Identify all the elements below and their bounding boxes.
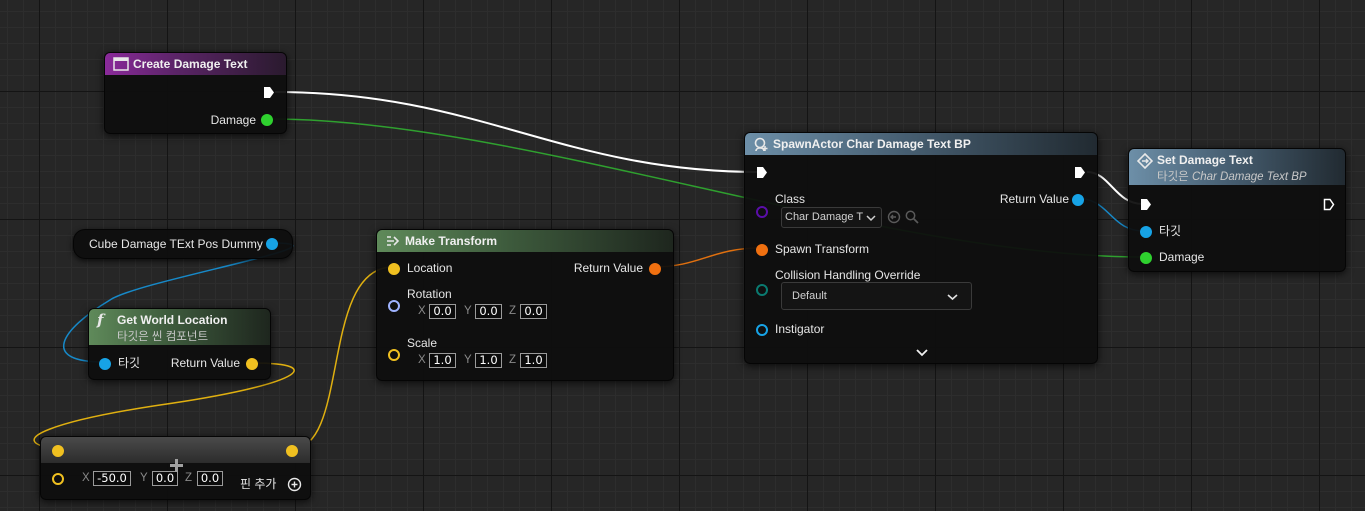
vector-in-pin-a[interactable] <box>52 445 64 457</box>
target-in-pin[interactable] <box>1140 226 1152 238</box>
scale-z-box[interactable]: 1.0 <box>520 353 547 368</box>
rotation-y-box[interactable]: 0.0 <box>475 304 502 319</box>
add-vector-node[interactable]: X -50.0 Y 0.0 Z 0.0 핀 추가 <box>40 436 311 500</box>
use-selected-asset-icon[interactable] <box>887 210 901 224</box>
node-subtitle: 타깃은 Char Damage Text BP <box>1157 171 1307 183</box>
damage-out-pin[interactable] <box>261 114 273 126</box>
variable-set-icon <box>1137 153 1153 169</box>
node-subtitle: 타깃은 씬 컴포넌트 <box>117 331 209 343</box>
node-title: Get World Location <box>117 313 228 327</box>
chevron-down-icon <box>947 294 958 301</box>
damage-pin-label: Damage <box>210 113 256 127</box>
spawn-transform-in-pin[interactable] <box>756 244 768 256</box>
class-dropdown[interactable]: Char Damage T <box>781 207 882 228</box>
return-value-pin-label: Return Value <box>999 192 1069 206</box>
exec-out-pin[interactable] <box>1074 166 1086 179</box>
x-axis-label: X <box>418 354 426 366</box>
return-value-out-pin[interactable] <box>246 358 258 370</box>
scale-y-box[interactable]: 1.0 <box>475 353 502 368</box>
instigator-in-pin[interactable] <box>756 324 768 336</box>
y-value-box[interactable]: 0.0 <box>152 471 178 486</box>
vector-in-pin-b[interactable] <box>52 473 64 485</box>
add-pin-icon[interactable] <box>287 477 302 492</box>
class-pin-label: Class <box>775 192 806 206</box>
instigator-pin-label: Instigator <box>775 322 825 336</box>
collision-pin-label: Collision Handling Override <box>775 268 921 282</box>
damage-in-pin[interactable] <box>1140 252 1152 264</box>
x-value-box[interactable]: -50.0 <box>93 471 131 486</box>
x-axis-label: X <box>418 305 426 317</box>
collision-dropdown-value: Default <box>792 290 827 302</box>
x-axis-label: X <box>82 472 90 484</box>
node-title: SpawnActor Char Damage Text BP <box>773 137 971 151</box>
make-struct-icon <box>387 236 400 246</box>
return-value-pin-label: Return Value <box>573 261 643 275</box>
rotation-in-pin[interactable] <box>388 300 400 312</box>
target-in-pin[interactable] <box>99 358 111 370</box>
return-value-pin-label: Return Value <box>170 356 240 370</box>
collision-dropdown[interactable]: Default <box>781 282 972 310</box>
location-pin-label: Location <box>407 261 453 275</box>
y-axis-label: Y <box>464 354 472 366</box>
create-damage-text-node[interactable]: Create Damage Text Damage <box>104 52 287 134</box>
spawn-actor-node[interactable]: SpawnActor Char Damage Text BP Class Cha… <box>744 132 1098 364</box>
cube-dummy-out-pin[interactable] <box>266 238 278 250</box>
set-damage-text-node[interactable]: Set Damage Text 타깃은 Char Damage Text BP … <box>1128 148 1346 272</box>
location-in-pin[interactable] <box>388 263 400 275</box>
cube-dummy-variable-node[interactable]: Cube Damage TExt Pos Dummy <box>73 229 293 259</box>
exec-in-pin[interactable] <box>756 166 768 179</box>
scale-pin-label: Scale <box>407 336 438 350</box>
node-title: Make Transform <box>405 234 498 248</box>
transform-out-pin[interactable] <box>649 263 661 275</box>
class-dropdown-value: Char Damage T <box>785 211 864 223</box>
rotation-pin-label: Rotation <box>407 287 452 301</box>
get-world-location-node[interactable]: f Get World Location 타깃은 씬 컴포넌트 타깃 Retur… <box>88 308 271 380</box>
expand-chevron-icon[interactable] <box>916 348 928 357</box>
z-axis-label: Z <box>509 305 517 317</box>
z-axis-label: Z <box>185 472 193 484</box>
browse-asset-icon[interactable] <box>905 210 919 224</box>
y-axis-label: Y <box>464 305 472 317</box>
function-icon: f <box>97 311 104 329</box>
node-title: Create Damage Text <box>133 57 248 71</box>
vector-out-pin[interactable] <box>286 445 298 457</box>
add-pin-label[interactable]: 핀 추가 <box>240 477 276 491</box>
variable-label: Cube Damage TExt Pos Dummy <box>89 237 263 251</box>
spawn-icon <box>754 137 768 152</box>
rotation-x-box[interactable]: 0.0 <box>429 304 456 319</box>
target-pin-label: 타깃 <box>1159 224 1182 238</box>
z-axis-label: Z <box>509 354 517 366</box>
collision-in-pin[interactable] <box>756 284 768 296</box>
scale-x-box[interactable]: 1.0 <box>429 353 456 368</box>
spawn-transform-pin-label: Spawn Transform <box>775 242 870 256</box>
make-transform-node[interactable]: Make Transform Location Return Value Rot… <box>376 229 674 381</box>
z-value-box[interactable]: 0.0 <box>197 471 223 486</box>
rotation-z-box[interactable]: 0.0 <box>520 304 547 319</box>
mouse-cursor-icon <box>170 459 183 472</box>
event-icon <box>113 57 129 71</box>
exec-out-pin[interactable] <box>263 86 275 99</box>
damage-pin-label: Damage <box>1159 250 1205 264</box>
exec-out-pin[interactable] <box>1323 198 1335 211</box>
y-axis-label: Y <box>140 472 148 484</box>
node-title: Set Damage Text <box>1157 153 1253 167</box>
target-pin-label: 타깃 <box>118 356 141 370</box>
return-value-out-pin[interactable] <box>1072 194 1084 206</box>
class-in-pin[interactable] <box>756 206 768 218</box>
scale-in-pin[interactable] <box>388 349 400 361</box>
exec-wire <box>274 91 761 173</box>
chevron-down-icon <box>866 215 876 222</box>
exec-in-pin[interactable] <box>1140 198 1152 211</box>
